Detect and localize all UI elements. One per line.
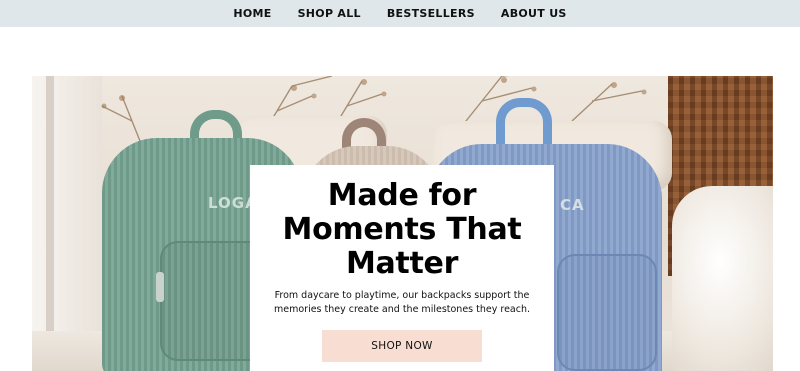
blue-backpack-pocket — [557, 254, 657, 371]
bed-linen-decoration — [672, 186, 773, 371]
nav-bestsellers-link[interactable]: BESTSELLERS — [387, 7, 475, 20]
nav-about-us-link[interactable]: ABOUT US — [501, 7, 567, 20]
zipper-pull — [156, 272, 164, 302]
top-navigation: HOME SHOP ALL BESTSELLERS ABOUT US — [0, 0, 800, 27]
blue-backpack-handle — [496, 98, 552, 148]
hero-subtitle: From daycare to playtime, our backpacks … — [274, 290, 530, 315]
shop-now-button[interactable]: SHOP NOW — [322, 330, 482, 362]
hero-content-card: Made for Moments That Matter From daycar… — [250, 165, 554, 371]
nav-shop-all-link[interactable]: SHOP ALL — [298, 7, 361, 20]
hero-title: Made for Moments That Matter — [282, 178, 522, 281]
blue-backpack-logo: CA — [560, 196, 585, 214]
nav-home-link[interactable]: HOME — [233, 7, 271, 20]
